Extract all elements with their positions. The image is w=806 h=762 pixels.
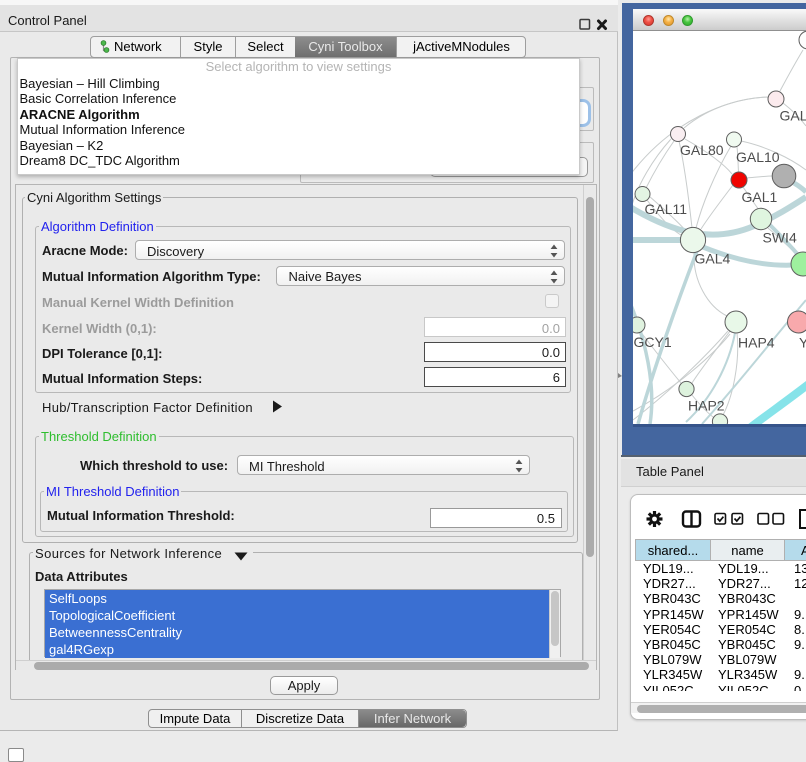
svg-text:GCY1: GCY1 xyxy=(634,334,672,350)
svg-text:SWI4: SWI4 xyxy=(763,230,797,246)
svg-text:GAL2: GAL2 xyxy=(780,108,806,124)
svg-text:Y: Y xyxy=(799,335,806,351)
svg-text:GAL1: GAL1 xyxy=(742,189,778,205)
svg-text:GAL4: GAL4 xyxy=(695,251,731,267)
svg-text:GAL11: GAL11 xyxy=(645,201,688,217)
svg-text:HAP4: HAP4 xyxy=(738,335,775,351)
svg-text:GAL10: GAL10 xyxy=(736,149,780,165)
svg-text:GAL80: GAL80 xyxy=(680,142,724,158)
svg-text:HAP2: HAP2 xyxy=(688,398,725,414)
